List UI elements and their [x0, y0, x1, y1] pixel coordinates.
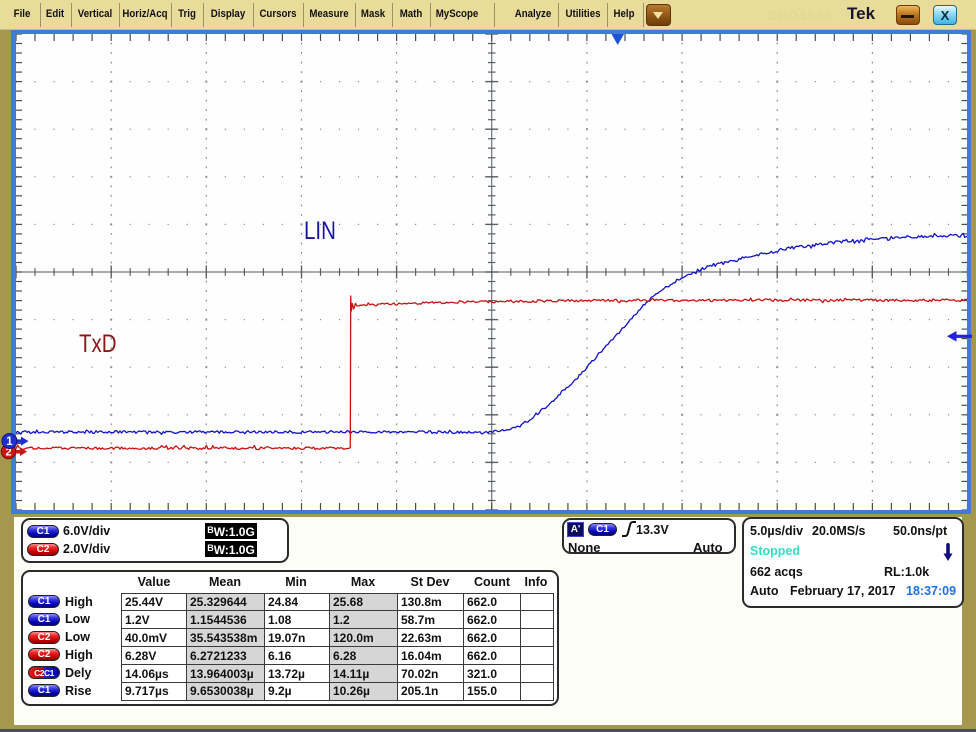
svg-text:1: 1: [6, 436, 13, 448]
